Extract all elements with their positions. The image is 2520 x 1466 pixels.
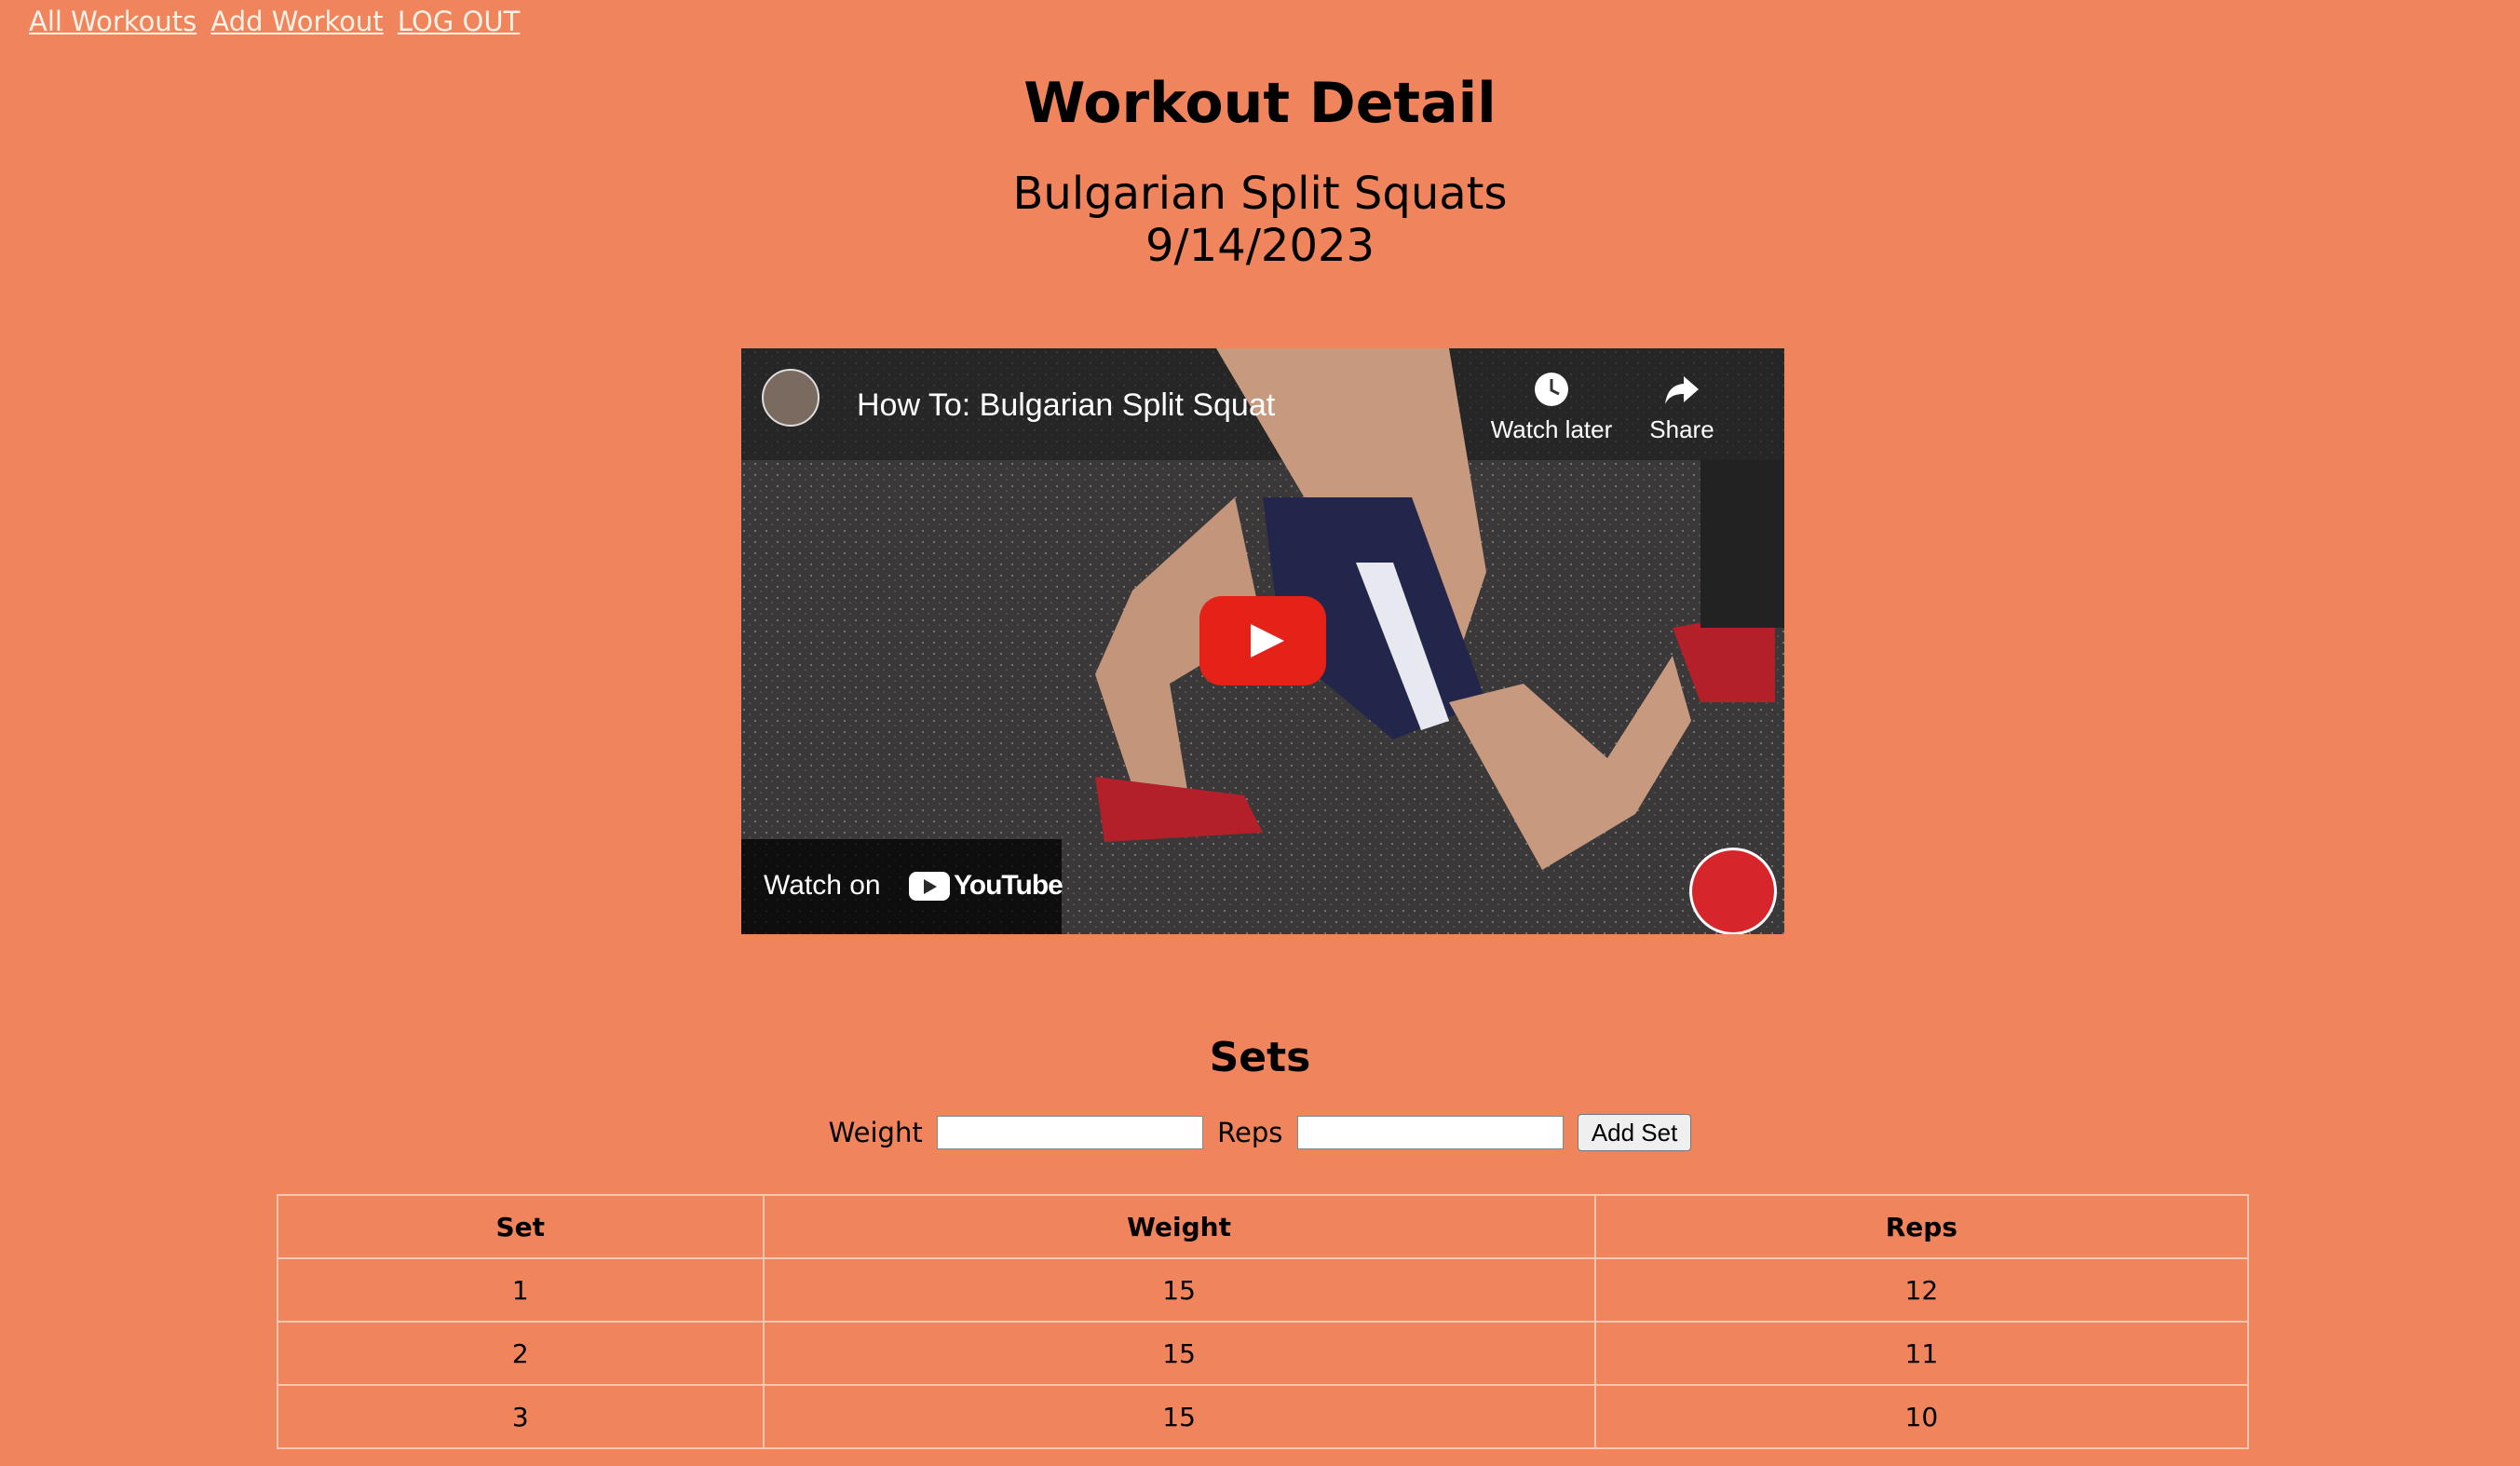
reps-cell: 10 xyxy=(1593,1384,2250,1449)
page-title: Workout Detail xyxy=(1023,71,1497,136)
table-header-row: Set Weight Reps xyxy=(277,1194,2250,1259)
reps-cell: 12 xyxy=(1593,1257,2250,1323)
video-title[interactable]: How To: Bulgarian Split Squat xyxy=(857,387,1275,424)
play-icon[interactable] xyxy=(1199,596,1326,685)
table-row: 2 15 11 xyxy=(277,1321,2250,1386)
column-header-reps: Reps xyxy=(1593,1194,2250,1259)
reps-label: Reps xyxy=(1217,1117,1283,1148)
table-row: 3 15 10 xyxy=(277,1384,2250,1449)
channel-avatar[interactable] xyxy=(762,369,820,427)
channel-logo-icon xyxy=(1689,848,1777,934)
weight-cell: 15 xyxy=(762,1321,1596,1386)
video-embed[interactable]: How To: Bulgarian Split Squat Watch late… xyxy=(741,348,1784,934)
youtube-wordmark: YouTube xyxy=(954,870,1064,901)
set-number-cell: 3 xyxy=(277,1384,765,1449)
set-number-cell: 1 xyxy=(277,1257,765,1323)
watch-on-youtube-button[interactable]: Watch on YouTube xyxy=(741,839,1064,934)
logout-link[interactable]: LOG OUT xyxy=(398,6,520,37)
column-header-weight: Weight xyxy=(762,1194,1596,1259)
share-icon xyxy=(1665,376,1699,404)
column-header-set: Set xyxy=(277,1194,765,1259)
watch-later-button[interactable]: Watch later xyxy=(1477,371,1626,444)
watch-on-label: Watch on xyxy=(764,870,881,901)
add-set-form: Weight Reps Add Set xyxy=(0,1114,2520,1151)
add-set-button[interactable]: Add Set xyxy=(1577,1114,1692,1151)
youtube-play-box xyxy=(909,871,950,901)
reps-cell: 11 xyxy=(1593,1321,2250,1386)
top-nav: All Workouts Add Workout LOG OUT xyxy=(29,6,525,37)
all-workouts-link[interactable]: All Workouts xyxy=(29,6,196,37)
weight-label: Weight xyxy=(828,1117,923,1148)
share-label: Share xyxy=(1649,415,1714,443)
share-button[interactable]: Share xyxy=(1626,371,1738,444)
clock-icon xyxy=(1535,373,1568,406)
add-workout-link[interactable]: Add Workout xyxy=(210,6,383,37)
workout-date: 9/14/2023 xyxy=(1145,220,1375,272)
exercise-name: Bulgarian Split Squats xyxy=(1012,168,1508,220)
watch-later-label: Watch later xyxy=(1490,415,1613,443)
weight-input[interactable] xyxy=(936,1116,1203,1149)
weight-cell: 15 xyxy=(762,1257,1596,1323)
workout-info: Bulgarian Split Squats 9/14/2023 xyxy=(0,168,2520,272)
set-number-cell: 2 xyxy=(277,1321,765,1386)
youtube-icon: YouTube xyxy=(909,870,1064,902)
sets-table: Set Weight Reps 1 15 12 2 15 11 3 15 10 xyxy=(277,1194,2250,1449)
reps-input[interactable] xyxy=(1296,1116,1564,1149)
sets-title: Sets xyxy=(1209,1034,1311,1081)
weight-cell: 15 xyxy=(762,1384,1596,1449)
table-row: 1 15 12 xyxy=(277,1257,2250,1323)
